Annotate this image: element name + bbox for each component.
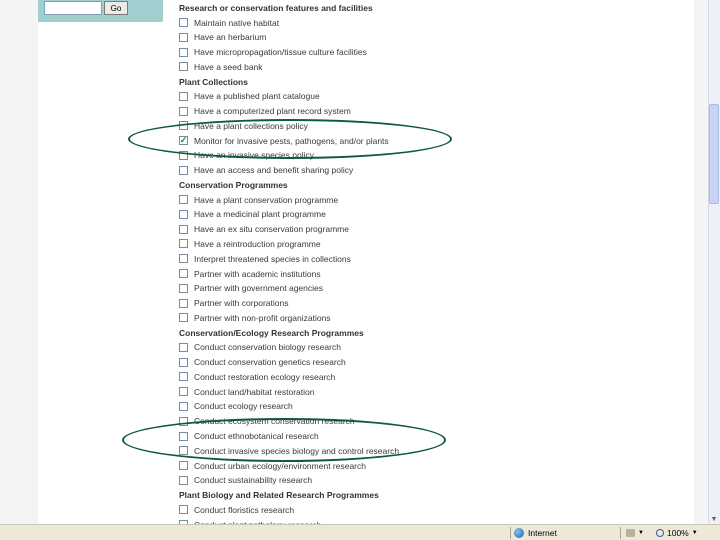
highlight-ellipse-invasive-monitoring bbox=[128, 119, 452, 159]
checklist-item-label: Partner with government agencies bbox=[194, 283, 323, 294]
zone-label: Internet bbox=[528, 528, 557, 538]
checkbox[interactable] bbox=[179, 387, 188, 397]
checkbox[interactable] bbox=[179, 165, 188, 175]
checklist-item[interactable]: Conduct conservation genetics research bbox=[179, 355, 346, 369]
protected-mode[interactable]: ▼ bbox=[626, 527, 644, 539]
checklist-item[interactable]: Conduct floristics research bbox=[179, 503, 294, 517]
section-heading: Plant Biology and Related Research Progr… bbox=[179, 490, 379, 501]
checklist-item[interactable]: Partner with government agencies bbox=[179, 281, 323, 295]
checklist-item-label: Have a seed bank bbox=[194, 61, 263, 72]
chevron-down-icon: ▼ bbox=[691, 530, 698, 536]
checklist-item[interactable]: Conduct conservation biology research bbox=[179, 340, 341, 354]
checklist-item[interactable]: Have a published plant catalogue bbox=[179, 89, 320, 103]
checklist-item[interactable]: Have a reintroduction programme bbox=[179, 237, 321, 251]
checkbox[interactable] bbox=[179, 505, 188, 515]
checklist-item[interactable]: Have a medicinal plant programme bbox=[179, 207, 326, 221]
checklist-item[interactable]: Have an access and benefit sharing polic… bbox=[179, 163, 353, 177]
magnifier-icon bbox=[656, 529, 664, 537]
checklist-item-label: Have a plant conservation programme bbox=[194, 194, 339, 205]
checkbox[interactable] bbox=[179, 401, 188, 411]
checklist-item[interactable]: Have a plant conservation programme bbox=[179, 193, 338, 207]
checklist-item-label: Conduct sustainability research bbox=[194, 475, 313, 486]
checkbox[interactable] bbox=[179, 342, 188, 352]
checklist-item[interactable]: Partner with corporations bbox=[179, 296, 289, 310]
checklist-item[interactable]: Have a seed bank bbox=[179, 60, 263, 74]
checkbox[interactable] bbox=[179, 209, 188, 219]
checklist-item[interactable]: Conduct sustainability research bbox=[179, 473, 312, 487]
checkbox[interactable] bbox=[179, 91, 188, 101]
checklist-item[interactable]: Conduct ecology research bbox=[179, 399, 293, 413]
highlight-ellipse-invasive-research bbox=[122, 418, 446, 462]
checklist-item[interactable]: Have an herbarium bbox=[179, 30, 266, 44]
section-heading: Conservation Programmes bbox=[179, 180, 288, 190]
scrollbar-thumb[interactable] bbox=[709, 104, 719, 204]
vertical-scrollbar[interactable] bbox=[708, 0, 720, 524]
checkbox[interactable] bbox=[179, 298, 188, 308]
checklist-item[interactable]: Conduct land/habitat restoration bbox=[179, 385, 315, 399]
checklist-item-label: Conduct conservation biology research bbox=[194, 342, 341, 353]
checklist-item[interactable]: Have an ex situ conservation programme bbox=[179, 222, 349, 236]
checkbox[interactable] bbox=[179, 47, 188, 57]
chevron-down-icon: ▼ bbox=[638, 530, 644, 536]
zoom-control[interactable]: 100% ▼ bbox=[656, 527, 698, 539]
checklist-item[interactable]: Interpret threatened species in collecti… bbox=[179, 252, 351, 266]
status-divider bbox=[510, 527, 511, 539]
checklist-item-label: Partner with corporations bbox=[194, 298, 289, 309]
checkbox[interactable] bbox=[179, 195, 188, 204]
checklist-item-label: Maintain native habitat bbox=[194, 17, 280, 28]
security-zone: Internet bbox=[514, 527, 557, 539]
status-bar: Internet ▼ 100% ▼ bbox=[0, 524, 720, 540]
checklist-item-label: Conduct restoration ecology research bbox=[194, 371, 336, 382]
checkbox[interactable] bbox=[179, 461, 188, 471]
go-button[interactable]: Go bbox=[104, 1, 128, 15]
checkbox[interactable] bbox=[179, 106, 188, 116]
checklist-item[interactable]: Maintain native habitat bbox=[179, 16, 279, 30]
checkbox[interactable] bbox=[179, 357, 188, 367]
zoom-level: 100% bbox=[667, 528, 689, 538]
checklist-item[interactable]: Partner with academic institutions bbox=[179, 267, 321, 281]
checkbox[interactable] bbox=[179, 475, 188, 485]
section-heading: Research or conservation features and fa… bbox=[179, 3, 373, 13]
checkbox[interactable] bbox=[179, 269, 188, 278]
checklist-item-label: Conduct ecology research bbox=[194, 401, 293, 412]
checklist-item-label: Conduct floristics research bbox=[194, 504, 295, 515]
checkbox[interactable] bbox=[179, 32, 188, 42]
left-gutter bbox=[0, 0, 38, 524]
section-heading: Plant Collections bbox=[179, 76, 248, 87]
checklist-item[interactable]: Have a computerized plant record system bbox=[179, 104, 351, 118]
section-heading: Conservation/Ecology Research Programmes bbox=[179, 327, 364, 338]
checklist-item-label: Have an herbarium bbox=[194, 32, 267, 43]
checklist-item[interactable]: Partner with non-profit organizations bbox=[179, 311, 331, 325]
checklist-item-label: Have micropropagation/tissue culture fac… bbox=[194, 47, 367, 58]
checkbox[interactable] bbox=[179, 18, 188, 27]
checklist-item[interactable]: Have micropropagation/tissue culture fac… bbox=[179, 45, 367, 59]
checkbox[interactable] bbox=[179, 224, 188, 234]
status-divider bbox=[620, 527, 621, 539]
checklist-item-label: Have a computerized plant record system bbox=[194, 106, 351, 116]
checkbox[interactable] bbox=[179, 313, 188, 323]
checkbox[interactable] bbox=[179, 254, 188, 264]
globe-icon bbox=[514, 528, 524, 538]
checklist-item-label: Conduct urban ecology/environment resear… bbox=[194, 460, 366, 471]
search-input[interactable] bbox=[44, 1, 102, 15]
checklist-item-label: Have an ex situ conservation programme bbox=[194, 224, 349, 235]
checkbox[interactable] bbox=[179, 239, 188, 249]
checklist-item-label: Have an access and benefit sharing polic… bbox=[194, 165, 354, 176]
checklist-item-label: Conduct conservation genetics research bbox=[194, 357, 346, 367]
checklist-item-label: Conduct land/habitat restoration bbox=[194, 386, 315, 397]
lock-icon bbox=[626, 529, 635, 537]
checklist-item-label: Have a medicinal plant programme bbox=[194, 209, 326, 220]
checklist-item-label: Have a reintroduction programme bbox=[194, 238, 321, 249]
checklist-item[interactable]: Conduct restoration ecology research bbox=[179, 370, 335, 384]
checkbox[interactable] bbox=[179, 372, 188, 382]
checklist-item-label: Interpret threatened species in collecti… bbox=[194, 253, 351, 264]
checklist-item-label: Partner with academic institutions bbox=[194, 268, 321, 279]
scroll-down-arrow-icon[interactable]: ▼ bbox=[709, 514, 719, 524]
checkbox[interactable] bbox=[179, 62, 188, 72]
checkbox[interactable] bbox=[179, 283, 188, 293]
checklist-item-label: Have a published plant catalogue bbox=[194, 91, 320, 102]
right-gutter bbox=[694, 0, 708, 524]
checklist-item-label: Partner with non-profit organizations bbox=[194, 312, 331, 323]
